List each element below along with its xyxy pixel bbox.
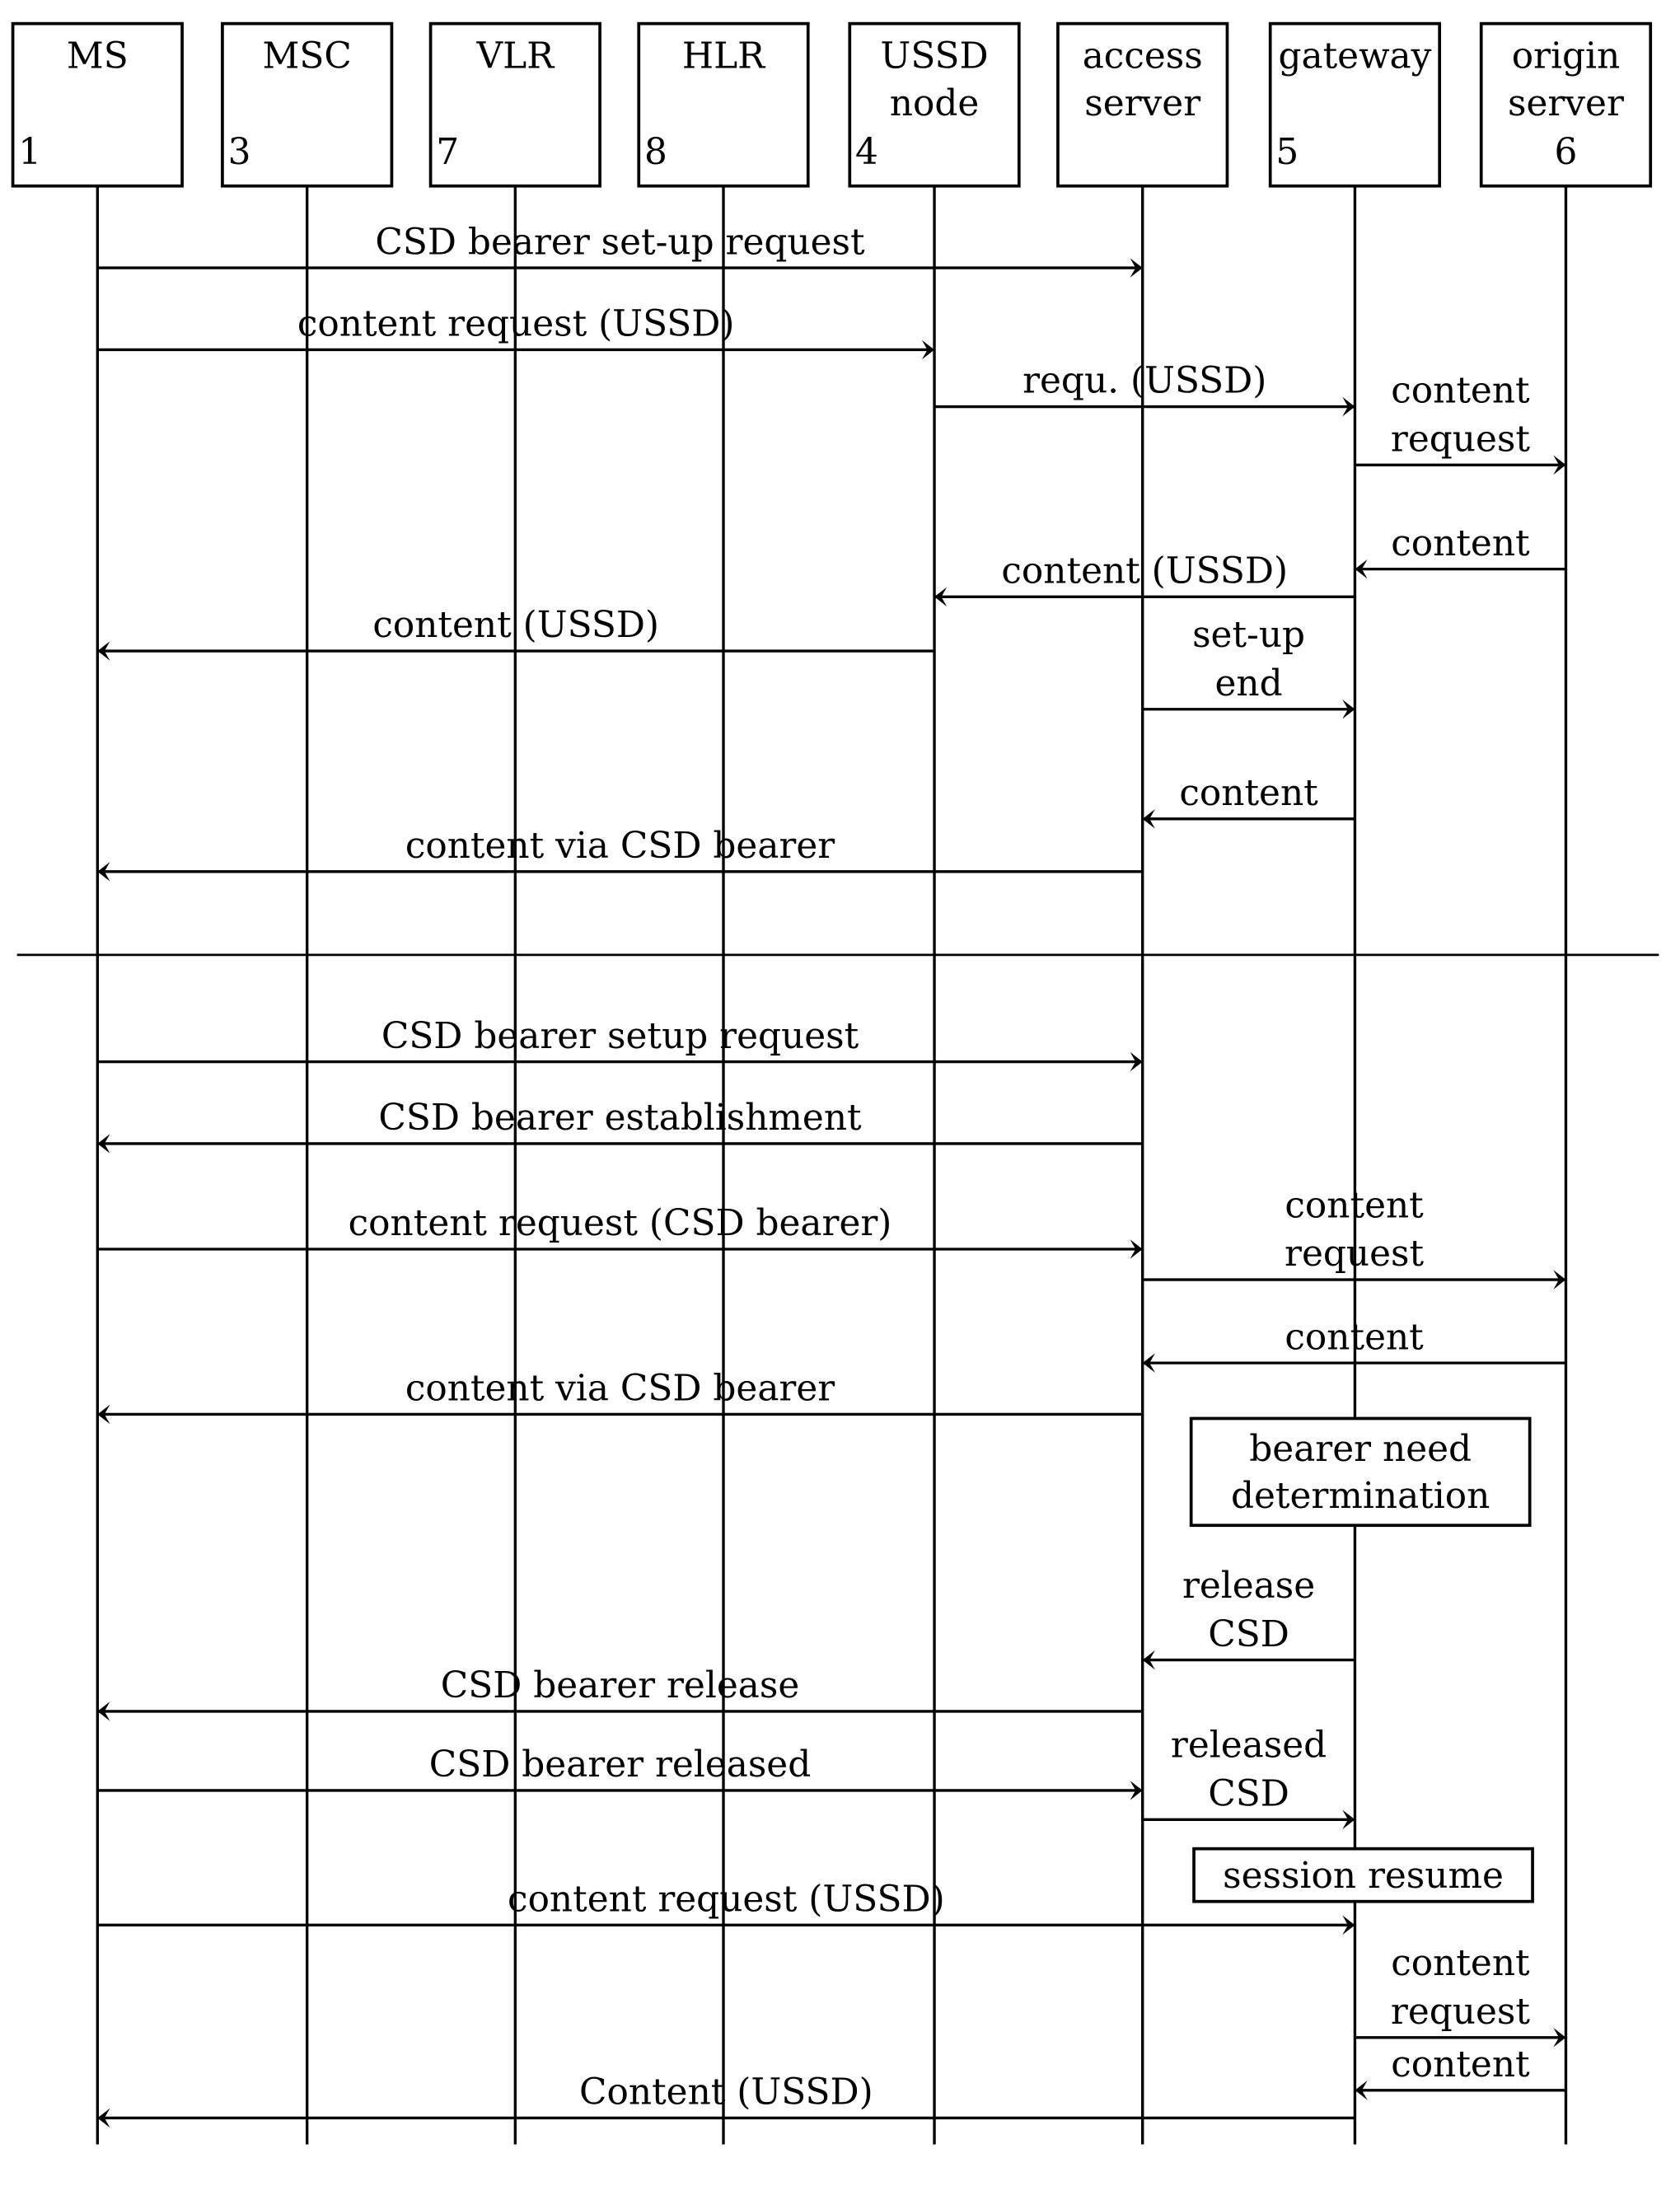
message-label: content request (USSD)	[508, 1878, 945, 1920]
message-label: content request (USSD)	[297, 303, 735, 345]
participant-vlr: VLR 7	[428, 21, 601, 188]
message-s2-15: content	[1355, 2043, 1566, 2100]
participant-ms: MS 1	[11, 21, 184, 188]
messages: CSD bearer set-up request content request…	[97, 221, 1566, 2128]
participant-label: HLR	[682, 35, 766, 77]
message-s2-11: released CSD	[1142, 1725, 1355, 1830]
message-s2-14: content request	[1355, 1942, 1566, 2048]
participant-label: VLR	[476, 35, 556, 77]
participant-label: USSD	[880, 35, 988, 77]
message-label: CSD	[1208, 1772, 1289, 1814]
message-s2-5: content	[1142, 1316, 1566, 1373]
message-s1-10: content via CSD bearer	[97, 825, 1143, 882]
participant-origin: origin server 6	[1479, 21, 1653, 188]
note-text: bearer need	[1249, 1428, 1472, 1470]
message-label: end	[1214, 662, 1282, 704]
participant-label: server	[1508, 82, 1624, 124]
participant-msc: MSC 3	[221, 21, 394, 188]
message-label: content	[1391, 522, 1530, 564]
message-s1-6: content (USSD)	[934, 550, 1355, 607]
message-label: content via CSD bearer	[405, 1368, 835, 1410]
message-label: CSD bearer establishment	[378, 1097, 862, 1139]
message-s1-3: requ. (USSD)	[934, 360, 1355, 417]
message-s2-4: content request	[1142, 1184, 1566, 1290]
message-s2-8: release CSD	[1142, 1565, 1355, 1670]
message-label: request	[1391, 418, 1530, 460]
participant-number: 5	[1275, 131, 1299, 173]
message-label: CSD bearer setup request	[381, 1015, 859, 1057]
message-label: content	[1285, 1184, 1424, 1226]
message-s1-8: set-up end	[1142, 614, 1355, 719]
participant-label: node	[890, 82, 980, 124]
message-label: content	[1391, 1942, 1530, 1984]
message-label: content	[1391, 369, 1530, 411]
participant-access: access server	[1056, 21, 1229, 188]
message-label: CSD	[1208, 1613, 1289, 1655]
message-s2-13: content request (USSD)	[97, 1878, 1355, 1936]
message-s2-16: Content (USSD)	[97, 2071, 1355, 2128]
participant-number: 3	[228, 131, 251, 173]
message-s1-4: content request	[1355, 369, 1566, 475]
participant-label: MS	[67, 35, 129, 77]
message-label: content request (CSD bearer)	[349, 1202, 892, 1244]
participant-label: MSC	[263, 35, 352, 77]
sequence-diagram: MS 1 MSC 3 VLR 7 HLR 8 USSD node 4 access server gate…	[11, 21, 1659, 2145]
message-label: content	[1391, 2043, 1530, 2085]
message-s2-10: CSD bearer released	[97, 1744, 1143, 1800]
message-s1-9: content	[1142, 772, 1355, 829]
message-label: content	[1285, 1316, 1424, 1358]
message-label: CSD bearer released	[429, 1744, 811, 1786]
participant-label: origin	[1512, 35, 1621, 77]
message-label: requ. (USSD)	[1023, 360, 1266, 402]
message-s1-7: content (USSD)	[97, 604, 935, 661]
participant-number: 8	[644, 131, 667, 173]
message-label: release	[1182, 1565, 1315, 1607]
note-box: bearer need determination	[1189, 1416, 1532, 1528]
participant-ussd: USSD node 4	[848, 21, 1021, 188]
message-label: Content (USSD)	[579, 2071, 873, 2113]
message-s2-6: content via CSD bearer	[97, 1368, 1143, 1425]
message-label: CSD bearer set-up request	[375, 221, 865, 263]
participant-hlr: HLR 8	[637, 21, 810, 188]
message-s2-1: CSD bearer setup request	[97, 1015, 1143, 1072]
participant-boxes: MS 1 MSC 3 VLR 7 HLR 8 USSD node 4 access server gate…	[11, 21, 1653, 188]
message-label: content (USSD)	[1001, 550, 1288, 592]
message-s1-5: content	[1355, 522, 1566, 579]
message-s2-2: CSD bearer establishment	[97, 1097, 1143, 1154]
participant-number: 1	[18, 131, 41, 173]
message-s2-3: content request (CSD bearer)	[97, 1202, 1143, 1259]
participant-label: gateway	[1278, 35, 1431, 77]
participant-label: access	[1083, 35, 1203, 77]
message-label: content	[1179, 772, 1318, 814]
participant-number: 6	[1555, 131, 1578, 173]
message-label: request	[1285, 1233, 1424, 1275]
message-label: released	[1171, 1725, 1327, 1767]
participant-gateway: gateway 5	[1268, 21, 1442, 188]
message-label: content via CSD bearer	[405, 825, 835, 867]
message-s2-9: CSD bearer release	[97, 1664, 1143, 1721]
participant-label: server	[1084, 82, 1200, 124]
note-box: session resume	[1192, 1847, 1534, 1903]
message-s1-1: CSD bearer set-up request	[97, 221, 1143, 278]
participant-number: 4	[855, 131, 878, 173]
message-label: request	[1391, 1991, 1530, 2033]
message-label: set-up	[1192, 614, 1305, 656]
message-s1-2: content request (USSD)	[97, 303, 935, 360]
note-text: session resume	[1223, 1855, 1504, 1897]
message-label: content (USSD)	[372, 604, 659, 646]
message-label: CSD bearer release	[441, 1664, 799, 1706]
note-text: determination	[1231, 1475, 1490, 1517]
participant-number: 7	[436, 131, 459, 173]
